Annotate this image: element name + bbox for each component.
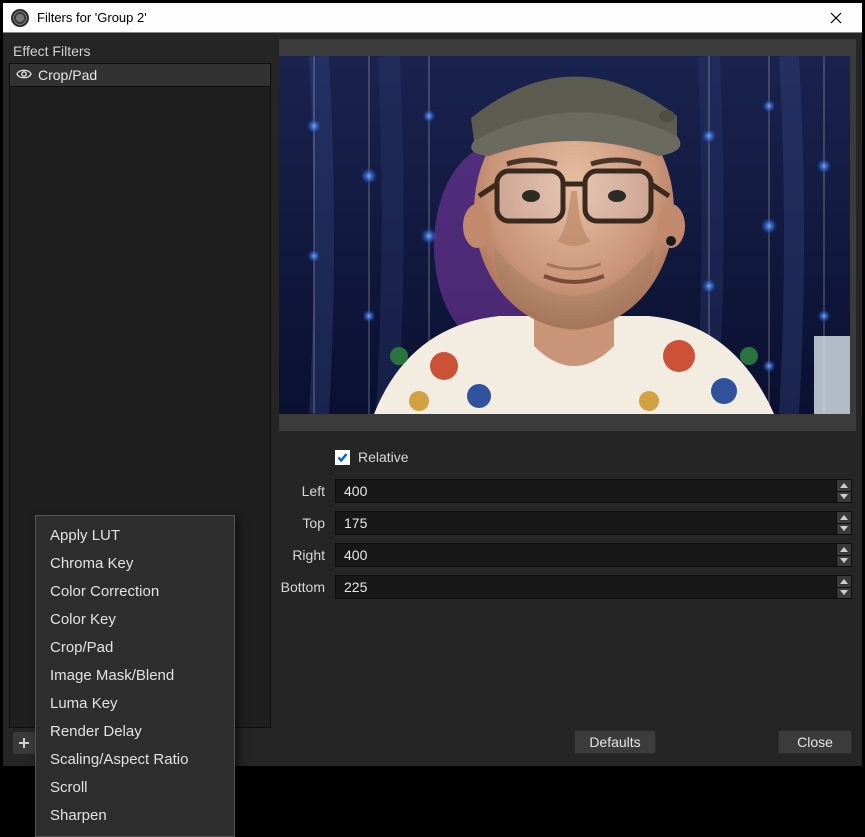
chevron-down-icon	[840, 590, 848, 595]
menu-item-color-correction[interactable]: Color Correction	[36, 578, 234, 606]
menu-item-render-delay[interactable]: Render Delay	[36, 718, 234, 746]
filter-settings-panel: Relative Left Top	[279, 39, 856, 758]
checkmark-icon	[337, 452, 348, 463]
menu-item-luma-key[interactable]: Luma Key	[36, 690, 234, 718]
menu-item-chroma-key[interactable]: Chroma Key	[36, 550, 234, 578]
left-input[interactable]	[335, 479, 836, 503]
menu-item-crop-pad[interactable]: Crop/Pad	[36, 634, 234, 662]
filter-list[interactable]: Crop/Pad	[9, 63, 271, 87]
left-step-down[interactable]	[836, 492, 852, 504]
chevron-down-icon	[840, 558, 848, 563]
top-step-down[interactable]	[836, 524, 852, 536]
relative-checkbox[interactable]	[335, 450, 350, 465]
bottom-step-down[interactable]	[836, 588, 852, 600]
window-title: Filters for 'Group 2'	[37, 10, 816, 25]
right-input[interactable]	[335, 543, 836, 567]
chevron-down-icon	[840, 526, 848, 531]
chevron-up-icon	[840, 579, 848, 584]
relative-label: Relative	[358, 449, 409, 465]
bottom-label: Bottom	[279, 579, 335, 595]
filter-row-crop-pad[interactable]: Crop/Pad	[10, 64, 270, 86]
right-step-up[interactable]	[836, 543, 852, 556]
menu-item-scaling-aspect-ratio[interactable]: Scaling/Aspect Ratio	[36, 746, 234, 774]
left-label: Left	[279, 483, 335, 499]
visibility-toggle[interactable]	[16, 67, 32, 83]
top-step-up[interactable]	[836, 511, 852, 524]
effect-filters-panel: Effect Filters Crop/Pad	[9, 39, 271, 758]
menu-item-apply-lut[interactable]: Apply LUT	[36, 522, 234, 550]
title-bar: Filters for 'Group 2'	[3, 3, 862, 33]
chevron-up-icon	[840, 547, 848, 552]
top-input[interactable]	[335, 511, 836, 535]
right-label: Right	[279, 547, 335, 563]
preview-image	[279, 56, 850, 414]
chevron-up-icon	[840, 515, 848, 520]
defaults-button[interactable]: Defaults	[574, 730, 656, 754]
window-close-button[interactable]	[816, 4, 856, 32]
preview-canvas	[279, 56, 856, 414]
plus-icon	[18, 737, 30, 749]
bottom-step-up[interactable]	[836, 575, 852, 588]
menu-item-sharpen[interactable]: Sharpen	[36, 802, 234, 830]
preview-frame	[279, 39, 856, 431]
menu-item-color-key[interactable]: Color Key	[36, 606, 234, 634]
menu-item-image-mask-blend[interactable]: Image Mask/Blend	[36, 662, 234, 690]
close-button[interactable]: Close	[778, 730, 852, 754]
left-step-up[interactable]	[836, 479, 852, 492]
crop-pad-properties: Relative Left Top	[279, 449, 856, 607]
effect-filters-header: Effect Filters	[9, 39, 271, 63]
add-filter-button[interactable]	[13, 732, 35, 754]
add-filter-menu[interactable]: Apply LUT Chroma Key Color Correction Co…	[35, 515, 235, 837]
right-step-down[interactable]	[836, 556, 852, 568]
close-icon	[830, 12, 842, 24]
chevron-up-icon	[840, 483, 848, 488]
menu-item-scroll[interactable]: Scroll	[36, 774, 234, 802]
bottom-input[interactable]	[335, 575, 836, 599]
filter-name: Crop/Pad	[38, 67, 97, 83]
eye-icon	[16, 68, 32, 80]
top-label: Top	[279, 515, 335, 531]
obs-logo-icon	[11, 9, 29, 27]
chevron-down-icon	[840, 494, 848, 499]
